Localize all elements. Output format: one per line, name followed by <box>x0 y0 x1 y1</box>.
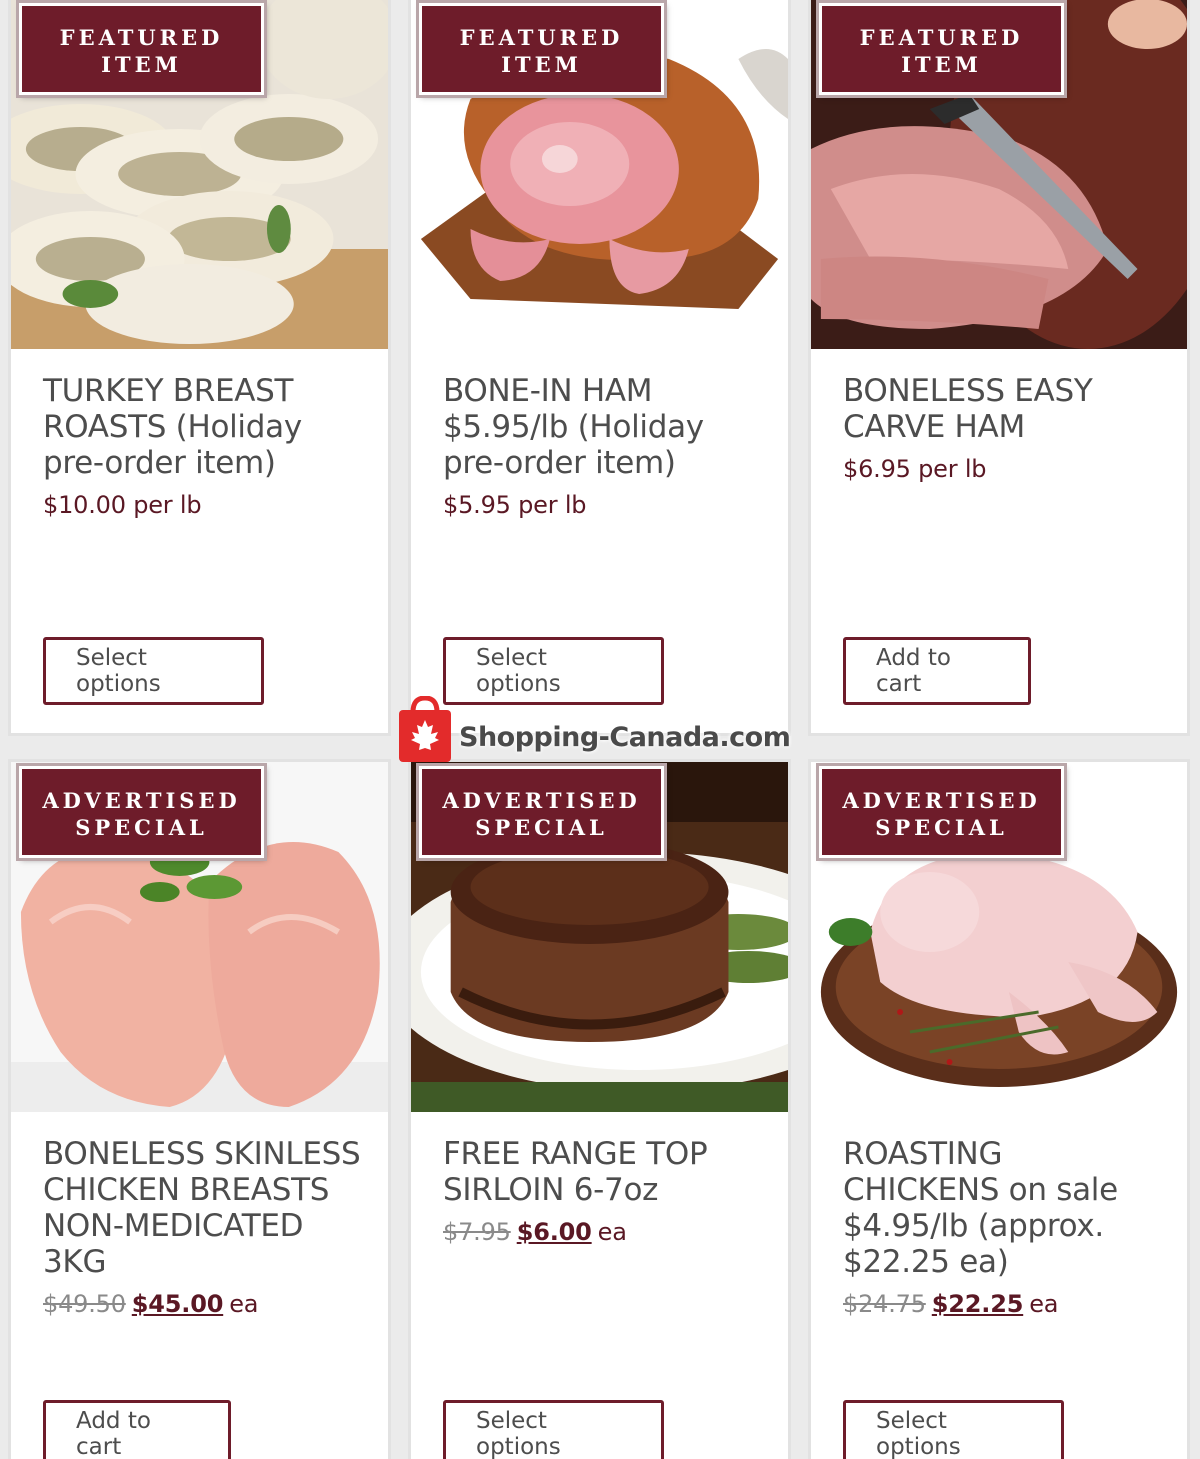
product-price: $10.00 per lb <box>43 491 202 519</box>
product-title[interactable]: TURKEY BREAST ROASTS (Holiday pre-order … <box>43 373 368 523</box>
product-price: $6.95 per lb <box>843 455 987 483</box>
product-title[interactable]: BONELESS EASY CARVE HAM $6.95 per lb <box>843 373 1167 487</box>
sale-price: $45.00 <box>131 1290 224 1318</box>
product-card-chicken-breasts: ADVERTISED SPECIAL BONELESS SKINLESS CHI… <box>8 759 391 1459</box>
featured-item-badge: FEATURED ITEM <box>816 0 1067 98</box>
product-title[interactable]: ROASTING CHICKENS on sale $4.95/lb (appr… <box>843 1136 1167 1322</box>
price-unit: ea <box>597 1218 627 1246</box>
product-card-top-sirloin: ADVERTISED SPECIAL FREE RANGE TOP SIRLOI… <box>408 759 791 1459</box>
product-card-bone-in-ham: FEATURED ITEM BONE-IN HAM $5.95/lb (Holi… <box>408 0 791 736</box>
product-title[interactable]: BONE-IN HAM $5.95/lb (Holiday pre-order … <box>443 373 768 523</box>
advertised-special-badge: ADVERTISED SPECIAL <box>816 763 1067 861</box>
advertised-special-badge: ADVERTISED SPECIAL <box>416 763 667 861</box>
price-unit: ea <box>229 1290 259 1318</box>
product-card-roasting-chickens: ADVERTISED SPECIAL ROASTING CHICKENS on … <box>808 759 1190 1459</box>
original-price: $7.95 <box>443 1218 511 1246</box>
product-card-turkey: FEATURED ITEM TURKEY BREAST ROASTS (Holi… <box>8 0 391 736</box>
add-to-cart-button[interactable]: Add to cart <box>843 637 1031 705</box>
shopping-bag-maple-leaf-icon <box>397 695 453 764</box>
product-price: $7.95 $6.00 ea <box>443 1214 768 1250</box>
advertised-special-badge: ADVERTISED SPECIAL <box>16 763 267 861</box>
product-title[interactable]: FREE RANGE TOP SIRLOIN 6-7oz $7.95 $6.00 e… <box>443 1136 768 1250</box>
product-card-boneless-ham: FEATURED ITEM BONELESS EASY CARVE HAM $6… <box>808 0 1190 736</box>
sale-price: $22.25 <box>931 1290 1024 1318</box>
product-price: $49.50 $45.00 ea <box>43 1286 368 1322</box>
featured-item-badge: FEATURED ITEM <box>16 0 267 98</box>
product-price: $5.95 per lb <box>443 491 587 519</box>
original-price: $24.75 <box>843 1290 926 1318</box>
featured-item-badge: FEATURED ITEM <box>416 0 667 98</box>
price-unit: ea <box>1029 1290 1059 1318</box>
product-price: $24.75 $22.25 ea <box>843 1286 1167 1322</box>
watermark-text: Shopping-Canada.com <box>459 721 791 753</box>
select-options-button[interactable]: Select options <box>843 1400 1064 1459</box>
sale-price: $6.00 <box>516 1218 592 1246</box>
product-title[interactable]: BONELESS SKINLESS CHICKEN BREASTS NON-ME… <box>43 1136 368 1322</box>
shopping-canada-watermark: Shopping-Canada.com <box>397 694 807 766</box>
select-options-button[interactable]: Select options <box>443 1400 664 1459</box>
select-options-button[interactable]: Select options <box>43 637 264 705</box>
add-to-cart-button[interactable]: Add to cart <box>43 1400 231 1459</box>
original-price: $49.50 <box>43 1290 126 1318</box>
